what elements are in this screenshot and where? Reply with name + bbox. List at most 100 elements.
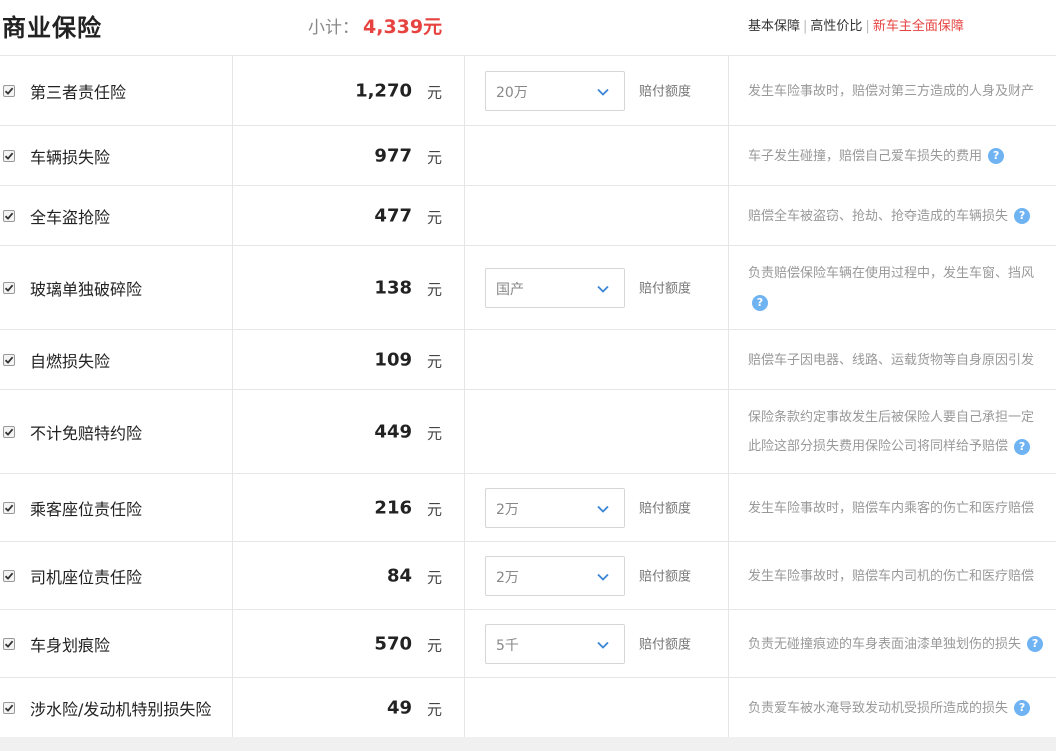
insurance-price: 109 bbox=[374, 349, 412, 370]
coverage-select-value: 国产 bbox=[496, 281, 524, 298]
help-icon[interactable]: ? bbox=[988, 148, 1005, 164]
insurance-price: 84 bbox=[386, 565, 412, 586]
check-icon bbox=[4, 212, 14, 220]
insurance-name: 乘客座位责任险 bbox=[30, 499, 143, 519]
insurance-price: 216 bbox=[374, 497, 412, 518]
bottom-divider bbox=[0, 737, 1056, 751]
preset-link-newcar[interactable]: 新车主全面保障 bbox=[873, 19, 964, 34]
coverage-limit-label: 赔付额度 bbox=[639, 281, 692, 297]
insurance-name: 车辆损失险 bbox=[30, 147, 111, 167]
insurance-name: 全车盗抢险 bbox=[30, 207, 111, 227]
insurance-price: 477 bbox=[374, 205, 412, 226]
coverage-limit-label: 赔付额度 bbox=[639, 637, 692, 653]
coverage-select-value: 2万 bbox=[496, 569, 519, 586]
price-unit: 元 bbox=[427, 83, 443, 102]
preset-link-value[interactable]: 高性价比 bbox=[810, 19, 862, 34]
description-line: 负责爱车被水淹导致发动机受损所造成的损失 bbox=[748, 700, 1009, 716]
coverage-select-value: 2万 bbox=[496, 501, 519, 518]
row-checkbox[interactable] bbox=[3, 209, 15, 222]
row-checkbox[interactable] bbox=[3, 281, 15, 294]
insurance-price: 449 bbox=[374, 421, 412, 442]
help-icon[interactable]: ? bbox=[1014, 700, 1031, 716]
price-unit: 元 bbox=[427, 636, 443, 655]
check-icon bbox=[4, 87, 14, 95]
chevron-down-icon bbox=[597, 641, 609, 649]
coverage-select[interactable]: 2万 bbox=[485, 555, 625, 596]
insurance-description: 赔偿车子因电器、线路、运载货物等自身原因引发 bbox=[748, 346, 1056, 375]
insurance-description: 负责无碰撞痕迹的车身表面油漆单独划伤的损失? bbox=[748, 630, 1056, 659]
insurance-list: 第三者责任险 1,270 元 20万 赔付额度 发生车险事故时，赔偿对第三方造成的人身及财… bbox=[0, 56, 1056, 738]
insurance-description: 发生车险事故时，赔偿车内乘客的伤亡和医疗赔偿 bbox=[748, 494, 1056, 523]
description-line: 发生车险事故时，赔偿对第三方造成的人身及财产 bbox=[748, 83, 1035, 99]
description-line: 发生车险事故时，赔偿车内司机的伤亡和医疗赔偿 bbox=[748, 568, 1035, 584]
insurance-row: 第三者责任险 1,270 元 20万 赔付额度 发生车险事故时，赔偿对第三方造成的人身及财… bbox=[0, 56, 1056, 126]
page-title: 商业保险 bbox=[2, 14, 102, 42]
coverage-select[interactable]: 2万 bbox=[485, 487, 625, 528]
chevron-down-icon bbox=[597, 505, 609, 513]
price-unit: 元 bbox=[427, 352, 443, 371]
preset-links: 基本保障 | 高性价比 | 新车主全面保障 bbox=[748, 19, 964, 34]
row-checkbox[interactable] bbox=[3, 501, 15, 514]
description-line: 负责赔偿保险车辆在使用过程中，发生车窗、挡风 bbox=[748, 266, 1035, 281]
subtotal-amount: 4,339元 bbox=[363, 16, 443, 38]
price-unit: 元 bbox=[427, 280, 443, 299]
insurance-description: 负责爱车被水淹导致发动机受损所造成的损失? bbox=[748, 694, 1056, 723]
insurance-price: 570 bbox=[374, 633, 412, 654]
header: 商业保险 小计： 4,339元 基本保障 | 高性价比 | 新车主全面保障 bbox=[0, 0, 1056, 56]
coverage-select[interactable]: 5千 bbox=[485, 623, 625, 664]
row-checkbox[interactable] bbox=[3, 149, 15, 162]
check-icon bbox=[4, 504, 14, 512]
row-checkbox[interactable] bbox=[3, 701, 15, 714]
check-icon bbox=[4, 284, 14, 292]
insurance-name: 车身划痕险 bbox=[30, 635, 111, 655]
preset-link-basic[interactable]: 基本保障 bbox=[748, 19, 800, 34]
insurance-price: 138 bbox=[374, 277, 412, 298]
insurance-row: 玻璃单独破碎险 138 元 国产 赔付额度 负责赔偿保险车辆在使用过程中，发生车窗、挡风? bbox=[0, 246, 1056, 330]
insurance-description: 车子发生碰撞，赔偿自己爱车损失的费用? bbox=[748, 142, 1056, 171]
price-unit: 元 bbox=[427, 700, 443, 719]
row-checkbox[interactable] bbox=[3, 425, 15, 438]
check-icon bbox=[4, 428, 14, 436]
insurance-price: 1,270 bbox=[355, 80, 412, 101]
coverage-select-value: 20万 bbox=[496, 84, 528, 101]
insurance-description: 负责赔偿保险车辆在使用过程中，发生车窗、挡风? bbox=[748, 259, 1056, 317]
check-icon bbox=[4, 640, 14, 648]
help-icon[interactable]: ? bbox=[1014, 438, 1031, 455]
description-line: 保险条款约定事故发生后被保险人要自己承担一定 bbox=[748, 410, 1035, 425]
insurance-row: 车辆损失险 977 元 车子发生碰撞，赔偿自己爱车损失的费用? bbox=[0, 126, 1056, 186]
row-checkbox[interactable] bbox=[3, 569, 15, 582]
subtotal-label: 小计： bbox=[308, 18, 359, 38]
insurance-description: 发生车险事故时，赔偿车内司机的伤亡和医疗赔偿 bbox=[748, 562, 1056, 591]
coverage-select[interactable]: 20万 bbox=[485, 70, 625, 111]
insurance-name: 自燃损失险 bbox=[30, 351, 111, 371]
check-icon bbox=[4, 704, 14, 712]
coverage-limit-label: 赔付额度 bbox=[639, 84, 692, 100]
help-icon[interactable]: ? bbox=[752, 294, 768, 311]
insurance-row: 司机座位责任险 84 元 2万 赔付额度 发生车险事故时，赔偿车内司机的伤亡和医疗赔偿 bbox=[0, 542, 1056, 610]
subtotal: 小计： 4,339元 bbox=[308, 12, 442, 39]
price-unit: 元 bbox=[427, 148, 443, 167]
description-line: 负责无碰撞痕迹的车身表面油漆单独划伤的损失 bbox=[748, 636, 1022, 652]
chevron-down-icon bbox=[597, 88, 609, 96]
coverage-select-value: 5千 bbox=[496, 637, 519, 654]
description-line: 发生车险事故时，赔偿车内乘客的伤亡和医疗赔偿 bbox=[748, 500, 1035, 516]
insurance-description: 发生车险事故时，赔偿对第三方造成的人身及财产 bbox=[748, 77, 1056, 106]
price-unit: 元 bbox=[427, 424, 443, 443]
price-unit: 元 bbox=[427, 208, 443, 227]
row-checkbox[interactable] bbox=[3, 84, 15, 97]
coverage-select[interactable]: 国产 bbox=[485, 267, 625, 308]
insurance-price: 49 bbox=[386, 697, 412, 718]
coverage-limit-label: 赔付额度 bbox=[639, 569, 692, 585]
description-line: 车子发生碰撞，赔偿自己爱车损失的费用 bbox=[748, 148, 983, 164]
help-icon[interactable]: ? bbox=[1014, 208, 1031, 224]
price-unit: 元 bbox=[427, 500, 443, 519]
insurance-name: 玻璃单独破碎险 bbox=[30, 279, 143, 299]
row-checkbox[interactable] bbox=[3, 353, 15, 366]
insurance-row: 全车盗抢险 477 元 赔偿全车被盗窃、抢劫、抢夺造成的车辆损失? bbox=[0, 186, 1056, 246]
insurance-name: 涉水险/发动机特别损失险 bbox=[30, 699, 212, 719]
insurance-name: 不计免赔特约险 bbox=[30, 423, 143, 443]
insurance-name: 第三者责任险 bbox=[30, 82, 127, 102]
row-checkbox[interactable] bbox=[3, 637, 15, 650]
help-icon[interactable]: ? bbox=[1027, 636, 1044, 652]
insurance-description: 赔偿全车被盗窃、抢劫、抢夺造成的车辆损失? bbox=[748, 202, 1056, 231]
